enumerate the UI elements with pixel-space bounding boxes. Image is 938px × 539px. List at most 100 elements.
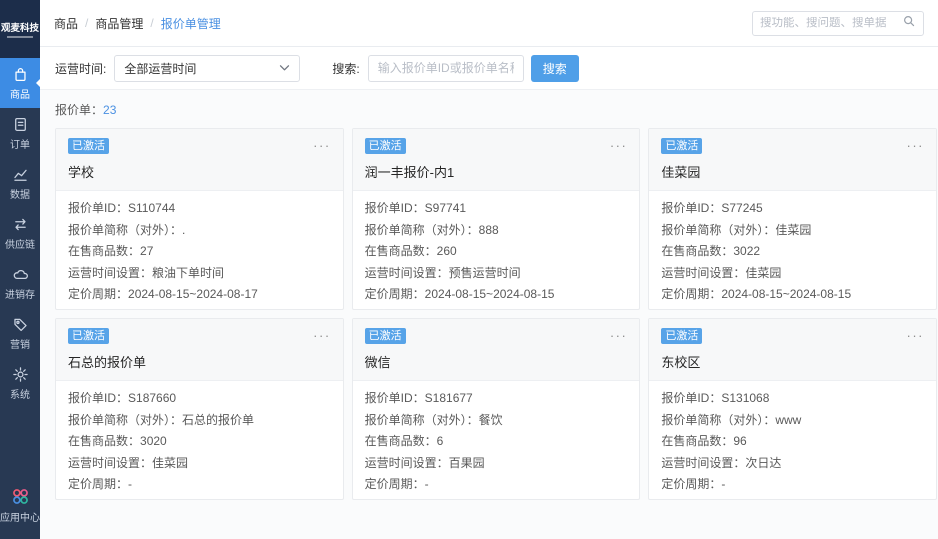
field-time-setting: 运营时间设置：佳菜园	[661, 265, 782, 280]
sidebar-item-data[interactable]: 数据	[0, 158, 40, 208]
search-button[interactable]: 搜索	[530, 54, 579, 82]
breadcrumb-separator: /	[150, 16, 154, 30]
quote-count-value: 23	[103, 103, 117, 117]
field-short-name: 报价单简称（对外）：佳菜园	[661, 222, 812, 237]
global-search-box[interactable]	[752, 10, 924, 36]
field-short-name: 报价单简称（对外）：www	[661, 412, 802, 427]
app-window: 观麦科技 商品 订单 数据 供应链 进销存 营销 系统 应用中心 商品 / 商品…	[0, 0, 938, 539]
card-header: 已激活 ··· 学校	[56, 129, 343, 191]
breadcrumb-item[interactable]: 商品管理	[95, 15, 143, 32]
card-header: 已激活 ··· 佳菜园	[649, 129, 936, 191]
sidebar-item-label: 商品	[10, 89, 30, 101]
chevron-down-icon	[279, 61, 290, 75]
card-header: 已激活 ··· 微信	[352, 319, 640, 381]
brand-logo-underline	[7, 36, 33, 38]
sidebar-item-orders[interactable]: 订单	[0, 108, 40, 158]
more-actions-icon[interactable]: ···	[313, 139, 331, 152]
field-time-setting: 运营时间设置：粮油下单时间	[68, 265, 225, 280]
card-body: 报价单ID：S181677 报价单简称（对外）：餐饮 在售商品数：6 运营时间设…	[353, 381, 640, 500]
quote-card[interactable]: 已激活 ··· 东校区 报价单ID：S131068 报价单简称（对外）：www …	[648, 318, 937, 500]
more-actions-icon[interactable]: ···	[906, 329, 924, 342]
field-product-count: 在售商品数：6	[364, 434, 444, 448]
breadcrumb-current: 报价单管理	[160, 16, 221, 31]
field-product-count: 在售商品数：3022	[661, 244, 761, 258]
field-short-name: 报价单简称（对外）：.	[68, 222, 186, 237]
quote-card[interactable]: 已激活 ··· 学校 报价单ID：S110744 报价单简称（对外）：. 在售商…	[55, 128, 344, 310]
quote-count-row: 报价单：23	[55, 90, 937, 128]
field-description: 描述：-	[365, 496, 628, 500]
field-short-name: 报价单简称（对外）：石总的报价单	[68, 412, 255, 427]
operation-time-select[interactable]: 全部运营时间	[114, 54, 301, 82]
field-time-setting: 运营时间设置：次日达	[661, 455, 782, 470]
card-header: 已激活 ··· 石总的报价单	[56, 319, 343, 381]
breadcrumb: 商品 / 商品管理 / 报价单管理	[54, 15, 221, 32]
field-description: 描述：-	[365, 306, 628, 310]
field-description: 描述：-	[68, 496, 331, 500]
sidebar-item-supply-chain[interactable]: 供应链	[0, 208, 40, 258]
field-quote-id: 报价单ID：S187660	[68, 391, 177, 405]
more-actions-icon[interactable]: ···	[610, 139, 628, 152]
card-body: 报价单ID：S131068 报价单简称（对外）：www 在售商品数：96 运营时…	[649, 381, 936, 500]
quote-card[interactable]: 已激活 ··· 润一丰报价-内1 报价单ID：S97741 报价单简称（对外）：…	[351, 128, 641, 310]
field-pricing-cycle: 定价周期：-	[661, 477, 726, 491]
brand-logo-text: 观麦科技	[0, 23, 39, 34]
data-chart-icon	[12, 166, 29, 183]
sidebar: 观麦科技 商品 订单 数据 供应链 进销存 营销 系统 应用中心	[0, 0, 41, 539]
search-icon[interactable]	[902, 14, 916, 33]
field-product-count: 在售商品数：96	[661, 434, 747, 448]
field-quote-id: 报价单ID：S131068	[661, 391, 770, 405]
field-short-name: 报价单简称（对外）：888	[364, 222, 499, 237]
field-quote-id: 报价单ID：S181677	[364, 391, 473, 405]
operation-time-value: 全部运营时间	[124, 61, 197, 76]
order-icon	[12, 116, 29, 133]
more-actions-icon[interactable]: ···	[610, 329, 628, 342]
field-pricing-cycle: 定价周期：-	[68, 477, 133, 491]
card-body: 报价单ID：S110744 报价单简称（对外）：. 在售商品数：27 运营时间设…	[56, 191, 343, 309]
card-header: 已激活 ··· 润一丰报价-内1	[352, 129, 640, 191]
sidebar-item-label: 数据	[10, 189, 30, 201]
sidebar-item-goods[interactable]: 商品	[0, 58, 41, 108]
operation-time-label: 运营时间:	[55, 61, 107, 76]
global-search-input[interactable]	[760, 17, 902, 29]
brand-logo[interactable]: 观麦科技	[0, 0, 40, 58]
topbar: 商品 / 商品管理 / 报价单管理	[40, 0, 938, 47]
sidebar-item-system[interactable]: 系统	[0, 358, 40, 408]
sidebar-item-label: 进销存	[5, 289, 35, 301]
quote-card[interactable]: 已激活 ··· 佳菜园 报价单ID：S77245 报价单简称（对外）：佳菜园 在…	[648, 128, 937, 310]
sidebar-item-app-center[interactable]: 应用中心	[0, 477, 40, 533]
status-badge: 已激活	[364, 328, 406, 344]
quote-card[interactable]: 已激活 ··· 石总的报价单 报价单ID：S187660 报价单简称（对外）：石…	[55, 318, 344, 500]
sidebar-item-inventory[interactable]: 进销存	[0, 258, 40, 308]
field-description: 描述：-	[661, 496, 924, 500]
card-title: 东校区	[661, 355, 701, 370]
field-product-count: 在售商品数：27	[68, 244, 154, 258]
field-time-setting: 运营时间设置：佳菜园	[68, 455, 189, 470]
breadcrumb-separator: /	[85, 16, 89, 30]
more-actions-icon[interactable]: ···	[313, 329, 331, 342]
field-pricing-cycle: 定价周期：-	[364, 477, 429, 491]
card-title: 石总的报价单	[68, 355, 147, 370]
field-product-count: 在售商品数：260	[364, 244, 457, 258]
sidebar-item-label: 供应链	[5, 239, 35, 251]
card-body: 报价单ID：S77245 报价单简称（对外）：佳菜园 在售商品数：3022 运营…	[649, 191, 936, 310]
goods-bag-icon	[12, 66, 29, 83]
field-quote-id: 报价单ID：S77245	[661, 201, 763, 215]
quote-search-input[interactable]	[367, 54, 524, 82]
status-badge: 已激活	[661, 138, 703, 154]
field-description: 描述：-	[661, 306, 924, 310]
card-body: 报价单ID：S187660 报价单简称（对外）：石总的报价单 在售商品数：302…	[56, 381, 343, 500]
search-label: 搜索:	[332, 61, 360, 76]
card-body: 报价单ID：S97741 报价单简称（对外）：888 在售商品数：260 运营时…	[353, 191, 640, 310]
card-title: 学校	[68, 165, 95, 180]
filter-bar: 运营时间: 全部运营时间 搜索: 搜索	[40, 47, 938, 90]
field-quote-id: 报价单ID：S97741	[364, 201, 467, 215]
sidebar-item-marketing[interactable]: 营销	[0, 308, 40, 358]
sidebar-item-label: 营销	[10, 339, 30, 351]
quote-card-grid: 已激活 ··· 学校 报价单ID：S110744 报价单简称（对外）：. 在售商…	[55, 128, 937, 500]
breadcrumb-item[interactable]: 商品	[54, 15, 78, 32]
more-actions-icon[interactable]: ···	[906, 139, 924, 152]
quote-card[interactable]: 已激活 ··· 微信 报价单ID：S181677 报价单简称（对外）：餐饮 在售…	[351, 318, 641, 500]
field-pricing-cycle: 定价周期：2024-08-15~2024-08-15	[364, 287, 555, 301]
card-title: 微信	[364, 355, 391, 370]
supply-chain-icon	[12, 216, 29, 233]
